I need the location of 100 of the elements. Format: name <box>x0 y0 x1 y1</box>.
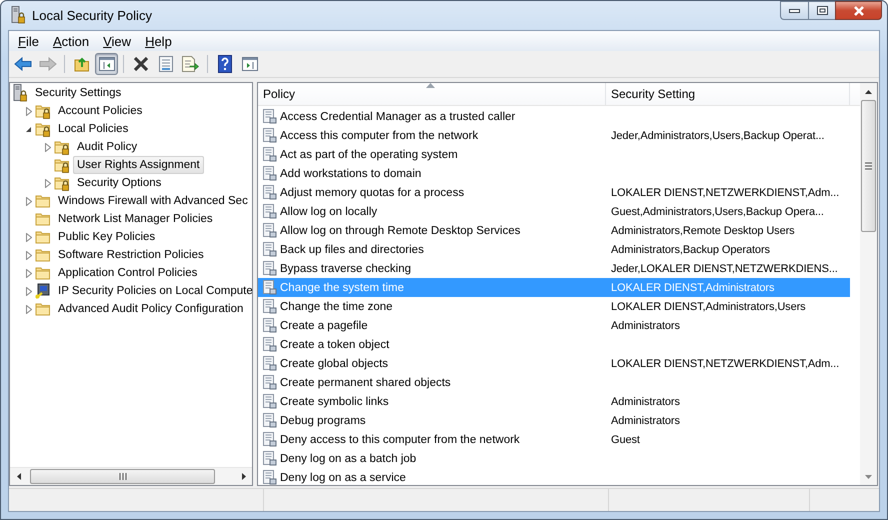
policy-name: Access this computer from the network <box>280 130 478 142</box>
policy-row[interactable]: Create a token object <box>258 335 850 354</box>
tree-item[interactable]: Public Key Policies <box>54 228 160 246</box>
security-setting: LOKALER DIENST,NETZWERKDIENST,Adm... <box>611 186 840 198</box>
delete-icon <box>132 56 148 72</box>
action-pane-icon <box>242 57 258 71</box>
scroll-down-icon[interactable] <box>865 474 872 478</box>
expanded-arrow-icon[interactable] <box>25 126 32 132</box>
policy-row[interactable]: Deny log on as a service <box>258 468 850 487</box>
policy-row[interactable]: Change the time zone LOKALER DIENST,Administrators,Users <box>258 297 850 316</box>
server-lock-icon <box>10 6 26 24</box>
tree-item[interactable]: IP Security Policies on Local Compute <box>54 282 252 300</box>
window-title: Local Security Policy <box>32 8 152 22</box>
collapsed-arrow-icon[interactable] <box>26 250 32 260</box>
grip-icon <box>118 473 126 480</box>
policy-row[interactable]: Access this computer from the network Jeder,Administrators,Users,Backup Operat... <box>258 126 850 145</box>
tree-item[interactable]: Security Options <box>73 174 166 192</box>
policy-row[interactable]: Deny access to this computer from the network Guest <box>258 430 850 449</box>
policy-name: Allow log on through Remote Desktop Services <box>280 224 520 236</box>
policy-name: Deny log on as a batch job <box>280 452 416 464</box>
collapsed-arrow-icon[interactable] <box>26 268 32 278</box>
policy-name: Create symbolic links <box>280 396 389 408</box>
menu-item[interactable]: Action <box>46 32 96 50</box>
locked-folder-icon <box>54 157 70 173</box>
collapsed-arrow-icon[interactable] <box>26 232 32 242</box>
security-setting: Administrators,Remote Desktop Users <box>611 224 795 236</box>
column-header[interactable]: Security Setting <box>606 83 850 105</box>
scroll-left-icon[interactable] <box>16 473 20 480</box>
policy-icon <box>263 318 277 333</box>
menu-item[interactable]: View <box>96 32 138 50</box>
menu-item[interactable]: Help <box>138 32 179 50</box>
policy-row[interactable]: Act as part of the operating system <box>258 145 850 164</box>
tree-item[interactable]: Account Policies <box>54 102 146 120</box>
folder-icon <box>35 247 51 263</box>
policy-name: Create permanent shared objects <box>280 376 451 388</box>
grip-icon <box>865 162 872 170</box>
collapsed-arrow-icon[interactable] <box>26 304 32 314</box>
policy-row[interactable]: Access Credential Manager as a trusted caller <box>258 107 850 126</box>
security-setting: Jeder,LOKALER DIENST,NETZWERKDIENS... <box>611 262 838 274</box>
tree-item[interactable]: Audit Policy <box>73 138 142 156</box>
sort-caret-icon <box>426 83 435 88</box>
locked-folder-icon <box>54 139 70 155</box>
policy-icon <box>263 109 277 124</box>
policy-icon <box>263 356 277 371</box>
tree-item[interactable]: Network List Manager Policies <box>54 210 217 228</box>
tree-item[interactable]: Application Control Policies <box>54 264 202 282</box>
collapsed-arrow-icon[interactable] <box>44 178 50 188</box>
vertical-scrollbar[interactable] <box>860 83 877 485</box>
policy-icon <box>263 394 277 409</box>
policy-row[interactable]: Adjust memory quotas for a process LOKALER DIENST,NETZWERKDIENST,Adm... <box>258 183 850 202</box>
folder-icon <box>35 193 51 209</box>
collapsed-arrow-icon[interactable] <box>26 286 32 296</box>
close-button[interactable] <box>835 1 882 20</box>
tree-item[interactable]: User Rights Assignment <box>73 156 204 174</box>
policy-icon <box>263 166 277 181</box>
policy-name: Debug programs <box>280 414 366 426</box>
scroll-up-icon[interactable] <box>865 90 872 94</box>
security-setting: Administrators,Backup Operators <box>611 244 770 256</box>
horizontal-scrollbar[interactable] <box>10 467 252 485</box>
policy-name: Deny access to this computer from the network <box>280 434 520 446</box>
policy-row[interactable]: Create symbolic links Administrators <box>258 392 850 411</box>
security-setting: Guest,Administrators,Users,Backup Opera... <box>611 206 824 218</box>
maximize-button[interactable] <box>808 1 835 20</box>
collapsed-arrow-icon[interactable] <box>26 106 32 116</box>
policy-name: Allow log on locally <box>280 206 378 218</box>
policy-row[interactable]: Create a pagefile Administrators <box>258 316 850 335</box>
computer-key-icon <box>35 283 51 299</box>
policy-name: Create global objects <box>280 358 388 370</box>
maximize-icon <box>816 6 828 15</box>
tree-item[interactable]: Advanced Audit Policy Configuration <box>54 300 248 318</box>
policy-name: Add workstations to domain <box>280 168 422 180</box>
menu-item[interactable]: File <box>11 32 46 50</box>
minimize-button[interactable] <box>780 1 808 20</box>
security-setting: Administrators <box>611 320 680 332</box>
policy-row[interactable]: Create global objects LOKALER DIENST,NETZWERKDIENST,Adm... <box>258 354 850 373</box>
folder-up-icon <box>74 56 90 72</box>
tree-item[interactable]: Software Restriction Policies <box>54 246 208 264</box>
policy-name: Deny log on as a service <box>280 472 406 484</box>
policy-name: Bypass traverse checking <box>280 262 412 274</box>
policy-row[interactable]: Bypass traverse checking Jeder,LOKALER DIENST,NETZWERKDIENS... <box>258 259 850 278</box>
policy-row[interactable]: Create permanent shared objects <box>258 373 850 392</box>
tree-item[interactable]: Security Settings <box>31 84 126 102</box>
policy-row[interactable]: Add workstations to domain <box>258 164 850 183</box>
policy-row[interactable]: Back up files and directories Administrators,Backup Operators <box>258 240 850 259</box>
collapsed-arrow-icon[interactable] <box>26 196 32 206</box>
tree-item[interactable]: Local Policies <box>54 120 132 138</box>
console-tree-icon <box>98 57 114 71</box>
policy-row[interactable]: Allow log on through Remote Desktop Services Administrators,Remote Desktop Users <box>258 221 850 240</box>
policy-row[interactable]: Allow log on locally Guest,Administrators,Users,Backup Opera... <box>258 202 850 221</box>
policy-icon <box>263 185 277 200</box>
policy-row[interactable]: Deny log on as a batch job <box>258 449 850 468</box>
policy-icon <box>263 261 277 276</box>
locked-folder-icon <box>35 103 51 119</box>
policy-icon <box>263 451 277 466</box>
policy-row[interactable]: Debug programs Administrators <box>258 411 850 430</box>
scroll-right-icon[interactable] <box>242 473 246 480</box>
collapsed-arrow-icon[interactable] <box>44 142 50 152</box>
column-header[interactable]: Policy <box>258 83 606 105</box>
policy-name: Back up files and directories <box>280 244 424 256</box>
tree-item[interactable]: Windows Firewall with Advanced Sec <box>54 192 252 210</box>
